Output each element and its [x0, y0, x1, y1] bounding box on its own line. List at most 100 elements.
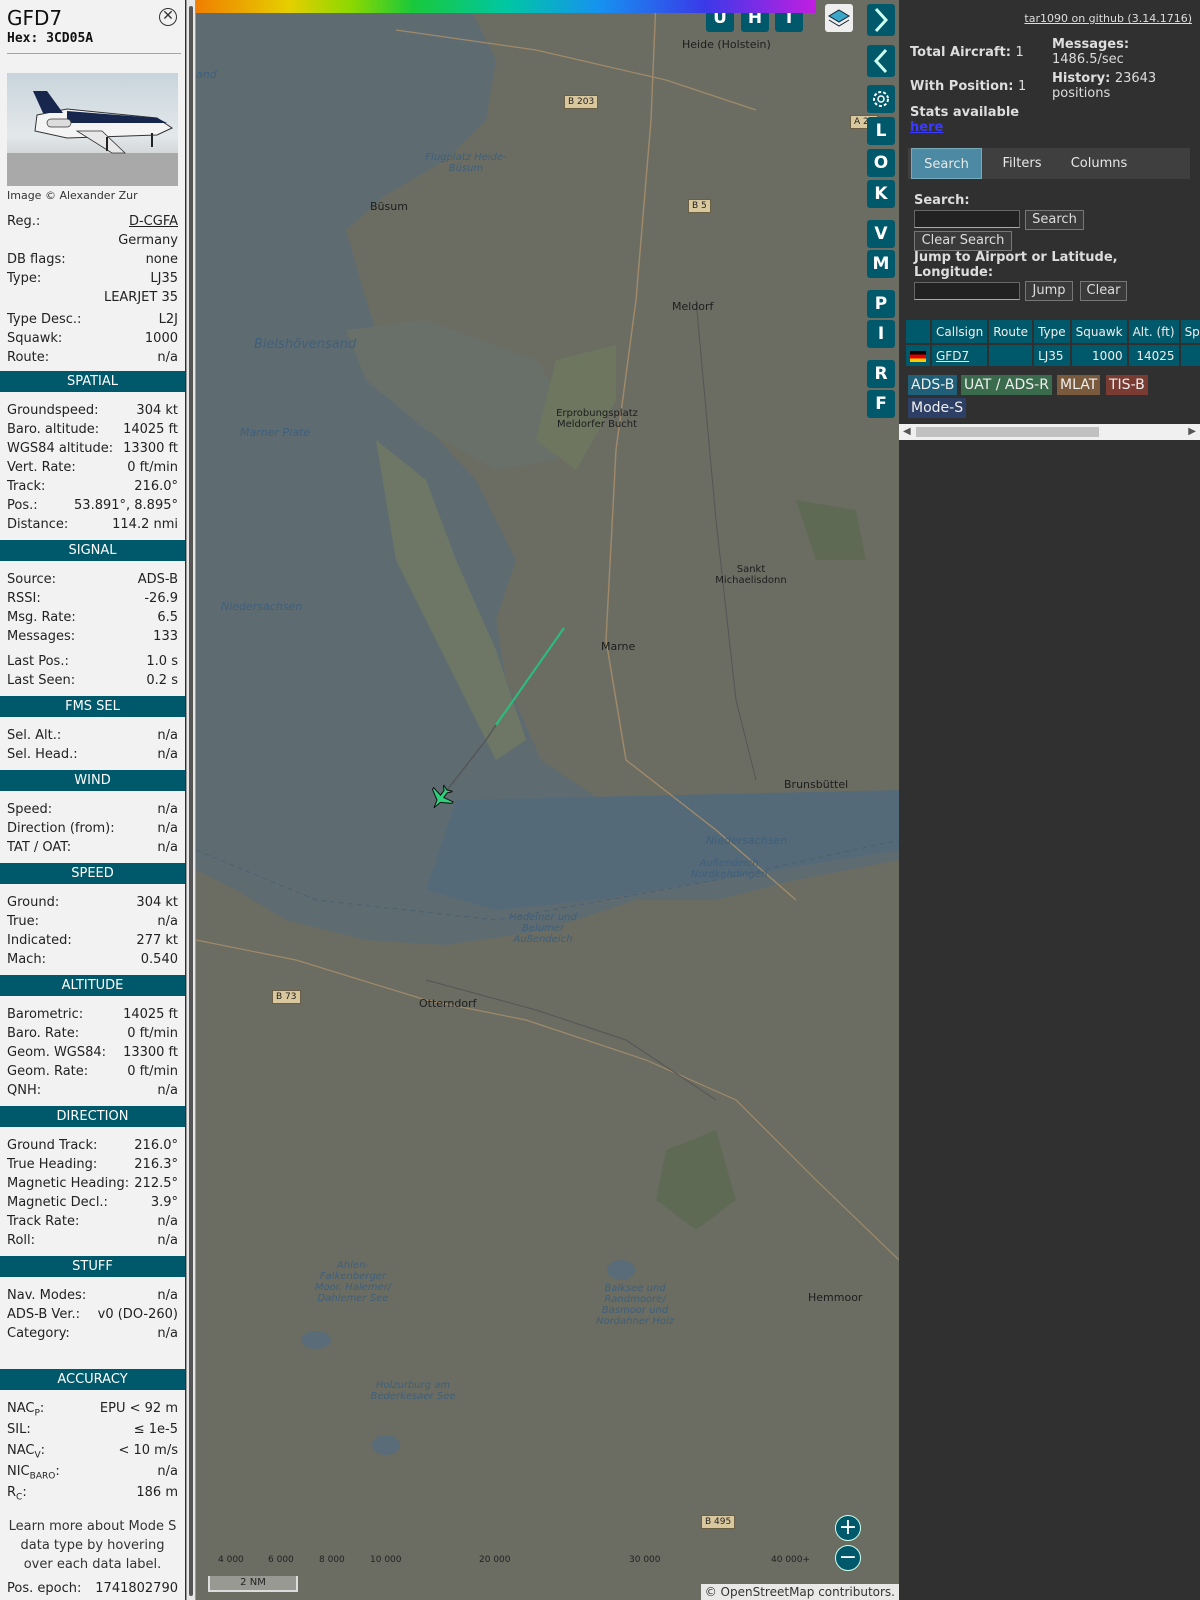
info-row: Vert. Rate: 0 ft/min: [7, 460, 178, 475]
map-button-o[interactable]: O: [867, 149, 895, 177]
info-row: Baro. altitude: 14025 ft: [7, 422, 178, 437]
map-button-l[interactable]: L: [867, 117, 895, 145]
info-row: RC: 186 m: [7, 1485, 178, 1503]
road-shield: B 73: [272, 990, 301, 1004]
colorbar-tick-label: 8 000: [319, 1555, 345, 1565]
info-row: Last Seen: 0.2 s: [7, 673, 178, 688]
column-header[interactable]: Type: [1033, 320, 1072, 344]
info-row: RSSI: -26.9: [7, 591, 178, 606]
info-row: Track: 216.0°: [7, 479, 178, 494]
info-row: Last Pos.: 1.0 s: [7, 654, 178, 669]
info-row: Roll: n/a: [7, 1233, 178, 1248]
layers-icon[interactable]: [825, 4, 853, 32]
map-place-label: Heide (Holstein): [682, 38, 771, 51]
info-row: Magnetic Heading: 212.5°: [7, 1176, 178, 1191]
jump-button[interactable]: Jump: [1025, 281, 1073, 301]
section-stuff: STUFF: [0, 1256, 185, 1277]
aircraft-photo[interactable]: [7, 73, 178, 186]
row-type: LJ35: [1033, 343, 1072, 366]
section-speed: SPEED: [0, 863, 185, 884]
info-row: Route: n/a: [7, 350, 178, 365]
column-header[interactable]: Route: [988, 320, 1035, 344]
info-row: True Heading: 216.3°: [7, 1157, 178, 1172]
table-row[interactable]: GFD7 LJ35 1000 14025: [906, 343, 1200, 366]
messages-rate: Messages: 1486.5/sec: [1052, 37, 1130, 67]
map-place-label: Marner Plate: [240, 426, 311, 439]
map-place-label: Büsum: [370, 200, 408, 213]
search-button[interactable]: Search: [1025, 210, 1084, 230]
map-button-i[interactable]: I: [867, 320, 895, 348]
info-row: Source: ADS-B: [7, 572, 178, 587]
sidebar: tar1090 on github (3.14.1716) Total Airc…: [899, 0, 1200, 1600]
map-view[interactable]: WesselburenHeide (Holstein)Flugplatz Hei…: [196, 0, 899, 1600]
gear-icon[interactable]: [867, 85, 895, 113]
image-credit[interactable]: Image © Alexander Zur: [7, 189, 138, 202]
info-row: Type: LJ35: [7, 271, 178, 286]
map-attribution[interactable]: © OpenStreetMap contributors.: [700, 1584, 899, 1600]
map-button-p[interactable]: P: [867, 290, 895, 318]
aircraft-info-panel: GFD7 ✕ Hex: 3CD05A Image © Alexander Zur…: [0, 0, 185, 1600]
zoom-out-button[interactable]: −: [835, 1545, 861, 1571]
scale-bar: 2 NM: [208, 1576, 298, 1592]
info-row: Msg. Rate: 6.5: [7, 610, 178, 625]
map-place-label: and: [196, 68, 217, 81]
aircraft-table: CallsignRouteTypeSquawkAlt. (ft)Spd. GFD…: [906, 320, 1200, 366]
map-place-label: Niedersachsen: [221, 600, 303, 613]
search-input[interactable]: [914, 210, 1020, 228]
map-button-f[interactable]: F: [867, 390, 895, 418]
info-row: Messages: 133: [7, 629, 178, 644]
map-canvas[interactable]: [196, 0, 899, 1600]
row-squawk: 1000: [1070, 343, 1129, 366]
column-header[interactable]: Squawk: [1070, 320, 1129, 344]
version-link[interactable]: tar1090 on github (3.14.1716): [1024, 12, 1192, 25]
info-row: LEARJET 35: [103, 290, 178, 305]
close-icon[interactable]: ✕: [159, 8, 177, 26]
tab-columns[interactable]: Columns: [1058, 148, 1140, 179]
jump-input[interactable]: [914, 282, 1020, 300]
map-button-v[interactable]: V: [867, 220, 895, 248]
colorbar-tick-label: 40 000+: [771, 1555, 811, 1565]
info-row: Mach: 0.540: [7, 952, 178, 967]
source-badge: TIS-B: [1106, 375, 1148, 395]
chevron-left-icon[interactable]: [867, 45, 895, 77]
row-callsign[interactable]: GFD7: [931, 343, 990, 366]
info-row: Type Desc.: L2J: [7, 312, 178, 327]
column-header[interactable]: Alt. (ft): [1127, 320, 1181, 344]
altitude-color-bar: [196, 0, 816, 13]
map-place-label: Balksee und Randmoore/ Basmoor und Norda…: [596, 1283, 674, 1327]
info-row: Sel. Head.: n/a: [7, 747, 178, 762]
column-header[interactable]: Callsign: [931, 320, 990, 344]
search-label: Search:: [914, 193, 970, 208]
clear-search-button[interactable]: Clear Search: [914, 231, 1012, 251]
road-shield: B 495: [701, 1515, 736, 1529]
info-row: NACV: < 10 m/s: [7, 1443, 178, 1461]
map-place-label: Niedersachsen: [706, 834, 788, 847]
column-header[interactable]: [906, 320, 932, 344]
info-row: Germany: [118, 233, 178, 248]
history-count: History: 23643 positions: [1052, 71, 1157, 101]
colorbar-tick-label: 20 000: [479, 1555, 511, 1565]
map-button-m[interactable]: M: [867, 250, 895, 278]
column-header[interactable]: Spd.: [1179, 320, 1200, 344]
stats-link[interactable]: here: [910, 120, 943, 135]
table-scrollbar[interactable]: ◀ ▶: [899, 424, 1200, 440]
map-button-r[interactable]: R: [867, 360, 895, 388]
map-button-k[interactable]: K: [867, 180, 895, 208]
tab-search[interactable]: Search: [911, 148, 982, 179]
info-row: DB flags: none: [7, 252, 178, 267]
info-row: Geom. WGS84: 13300 ft: [7, 1045, 178, 1060]
clear-button[interactable]: Clear: [1080, 281, 1127, 301]
road-shield: B 203: [564, 95, 599, 109]
info-row: Category: n/a: [7, 1326, 178, 1341]
section-signal: SIGNAL: [0, 540, 185, 561]
info-row: Groundspeed: 304 kt: [7, 403, 178, 418]
info-row: SIL: ≤ 1e-5: [7, 1422, 178, 1437]
panel-splitter[interactable]: [186, 0, 196, 1600]
info-row: Nav. Modes: n/a: [7, 1288, 178, 1303]
chevron-right-icon[interactable]: [867, 4, 895, 36]
info-row: Baro. Rate: 0 ft/min: [7, 1026, 178, 1041]
colorbar-tick-label: 6 000: [268, 1555, 294, 1565]
zoom-in-button[interactable]: +: [835, 1515, 861, 1541]
selected-callsign: GFD7: [7, 6, 63, 30]
tab-filters[interactable]: Filters: [986, 148, 1058, 179]
